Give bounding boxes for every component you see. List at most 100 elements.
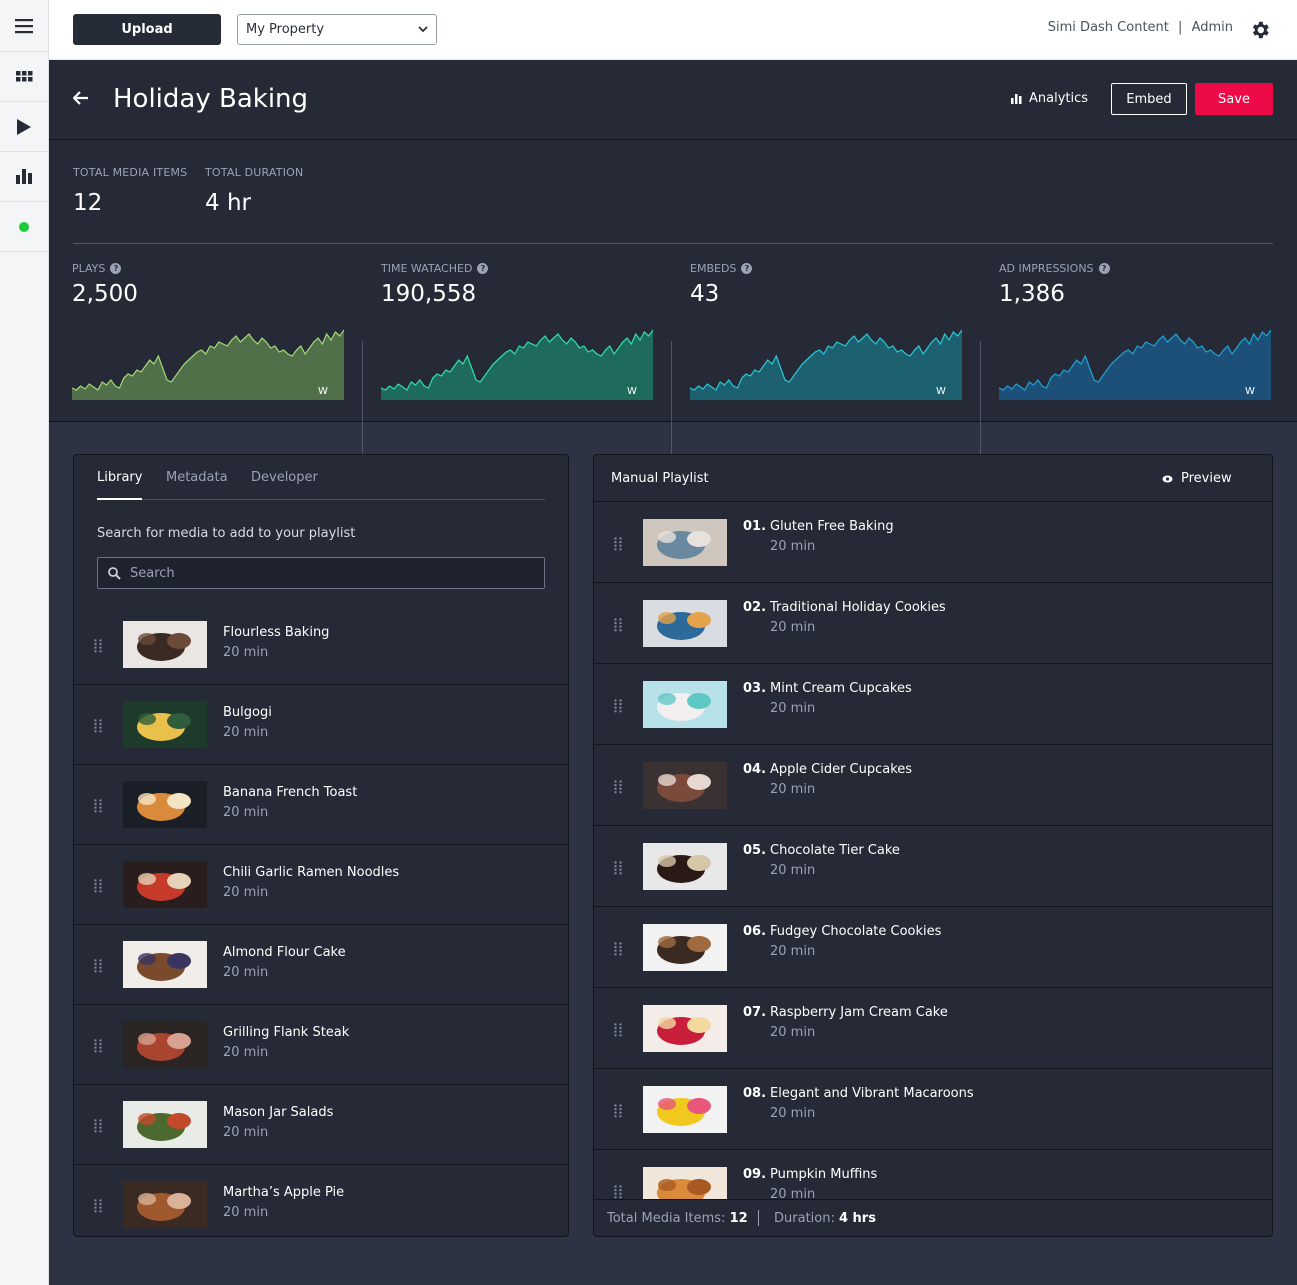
drag-handle-icon[interactable] [94, 1038, 102, 1053]
list-item[interactable]: Flourless Baking 20 min [74, 605, 568, 685]
gear-icon[interactable] [1249, 19, 1271, 45]
playlist-item[interactable]: 06. Fudgey Chocolate Cookies 20 min [594, 907, 1272, 988]
drag-handle-icon[interactable] [94, 718, 102, 733]
metric-label: PLAYS [72, 262, 106, 275]
metric-plays: PLAYS? 2,500 W [72, 262, 344, 400]
playlist-item[interactable]: 03. Mint Cream Cupcakes 20 min [594, 664, 1272, 745]
metric-embeds: EMBEDS? 43 W [690, 262, 962, 400]
drag-handle-icon[interactable] [94, 638, 102, 653]
search-hint: Search for media to add to your playlist [97, 526, 356, 541]
search-input[interactable]: Search [97, 557, 545, 589]
play-icon[interactable] [0, 102, 48, 152]
metric-value: 43 [690, 281, 720, 307]
tab-library[interactable]: Library [97, 470, 142, 485]
sparkline-chart: W [690, 329, 962, 400]
analytics-link[interactable]: Analytics [1011, 91, 1088, 106]
playlist-item[interactable]: 09. Pumpkin Muffins 20 min [594, 1150, 1272, 1199]
drag-handle-icon[interactable] [614, 617, 622, 632]
search-placeholder: Search [130, 565, 175, 581]
footer-duration-value: 4 hrs [838, 1211, 876, 1226]
list-item[interactable]: Martha’s Apple Pie 20 min [74, 1165, 568, 1236]
media-title: Mason Jar Salads [223, 1105, 334, 1120]
metric-label: AD IMPRESSIONS [999, 262, 1094, 275]
list-item[interactable]: Almond Flour Cake 20 min [74, 925, 568, 1005]
analytics-icon [1011, 94, 1022, 104]
media-duration: 20 min [770, 539, 816, 554]
media-title: Apple Cider Cupcakes [770, 762, 913, 777]
page-title: Holiday Baking [113, 84, 309, 114]
playlist-item[interactable]: 08. Elegant and Vibrant Macaroons 20 min [594, 1069, 1272, 1150]
drag-handle-icon[interactable] [614, 1103, 622, 1118]
playlist-footer: Total Media Items: 12 Duration: 4 hrs [594, 1199, 1272, 1236]
media-duration: 20 min [223, 645, 269, 660]
footer-separator [758, 1210, 759, 1226]
save-button[interactable]: Save [1195, 83, 1273, 115]
sparkline-marker: W [936, 386, 946, 397]
menu-icon[interactable] [0, 0, 48, 52]
drag-handle-icon[interactable] [614, 779, 622, 794]
drag-handle-icon[interactable] [614, 536, 622, 551]
playlist-item[interactable]: 02. Traditional Holiday Cookies 20 min [594, 583, 1272, 664]
preview-button[interactable]: Preview [1162, 471, 1232, 486]
list-item[interactable]: Chili Garlic Ramen Noodles 20 min [74, 845, 568, 925]
embed-button[interactable]: Embed [1111, 83, 1187, 115]
left-rail [0, 0, 49, 1285]
drag-handle-icon[interactable] [614, 1184, 622, 1199]
preview-label: Preview [1181, 471, 1232, 486]
list-item[interactable]: Bulgogi 20 min [74, 685, 568, 765]
library-tabs: Library Metadata Developer [97, 455, 545, 500]
drag-handle-icon[interactable] [94, 878, 102, 893]
media-duration: 20 min [223, 1125, 269, 1140]
list-item[interactable]: Banana French Toast 20 min [74, 765, 568, 845]
playlist-item[interactable]: 04. Apple Cider Cupcakes 20 min [594, 745, 1272, 826]
drag-handle-icon[interactable] [94, 1198, 102, 1213]
drag-handle-icon[interactable] [614, 1022, 622, 1037]
drag-handle-icon[interactable] [614, 941, 622, 956]
help-icon[interactable]: ? [110, 263, 122, 274]
metric-time-watched: TIME WATACHED? 190,558 W [381, 262, 653, 400]
media-thumbnail [123, 1021, 207, 1068]
playlist-item[interactable]: 07. Raspberry Jam Cream Cake 20 min [594, 988, 1272, 1069]
library-panel: Library Metadata Developer Search for me… [73, 454, 569, 1237]
grid-icon[interactable] [0, 52, 48, 102]
account-role: Admin [1191, 20, 1233, 35]
drag-handle-icon[interactable] [614, 860, 622, 875]
bar-chart-icon[interactable] [0, 152, 48, 202]
property-select-value: My Property [246, 22, 325, 37]
list-item[interactable]: Grilling Flank Steak 20 min [74, 1005, 568, 1085]
top-bar: Upload My Property Simi Dash Content | A… [49, 0, 1297, 60]
chevron-down-icon [418, 26, 428, 33]
stats-section: TOTAL MEDIA ITEMS 12 TOTAL DURATION 4 hr… [49, 140, 1297, 478]
drag-handle-icon[interactable] [94, 1118, 102, 1133]
drag-handle-icon[interactable] [94, 798, 102, 813]
playlist-panel: Manual Playlist Preview 01. Gluten Free B… [593, 454, 1273, 1237]
upload-button[interactable]: Upload [73, 14, 221, 45]
metric-label: TIME WATACHED [381, 262, 473, 275]
media-thumbnail [643, 600, 727, 647]
account-info[interactable]: Simi Dash Content | Admin [1048, 20, 1233, 35]
help-icon[interactable]: ? [477, 263, 489, 274]
media-title: Pumpkin Muffins [770, 1167, 878, 1182]
help-icon[interactable]: ? [741, 263, 753, 274]
sparkline-chart: W [999, 329, 1271, 400]
list-item[interactable]: Mason Jar Salads 20 min [74, 1085, 568, 1165]
property-select[interactable]: My Property [237, 14, 437, 45]
media-duration: 20 min [770, 782, 816, 797]
media-thumbnail [643, 1167, 727, 1199]
media-duration: 20 min [770, 1187, 816, 1199]
media-thumbnail [123, 621, 207, 668]
drag-handle-icon[interactable] [614, 698, 622, 713]
media-title: Bulgogi [223, 705, 272, 720]
total-media-label: TOTAL MEDIA ITEMS [73, 166, 188, 179]
drag-handle-icon[interactable] [94, 958, 102, 973]
back-arrow-icon[interactable] [72, 90, 89, 109]
eye-icon [1162, 475, 1173, 482]
help-icon[interactable]: ? [1098, 263, 1110, 274]
media-title: Flourless Baking [223, 625, 330, 640]
playlist-item[interactable]: 01. Gluten Free Baking 20 min [594, 502, 1272, 583]
playlist-item[interactable]: 05. Chocolate Tier Cake 20 min [594, 826, 1272, 907]
tab-metadata[interactable]: Metadata [166, 470, 228, 485]
footer-duration-label: Duration: [774, 1211, 835, 1226]
footer-items: Total Media Items: 12 [607, 1211, 748, 1226]
tab-developer[interactable]: Developer [251, 470, 318, 485]
